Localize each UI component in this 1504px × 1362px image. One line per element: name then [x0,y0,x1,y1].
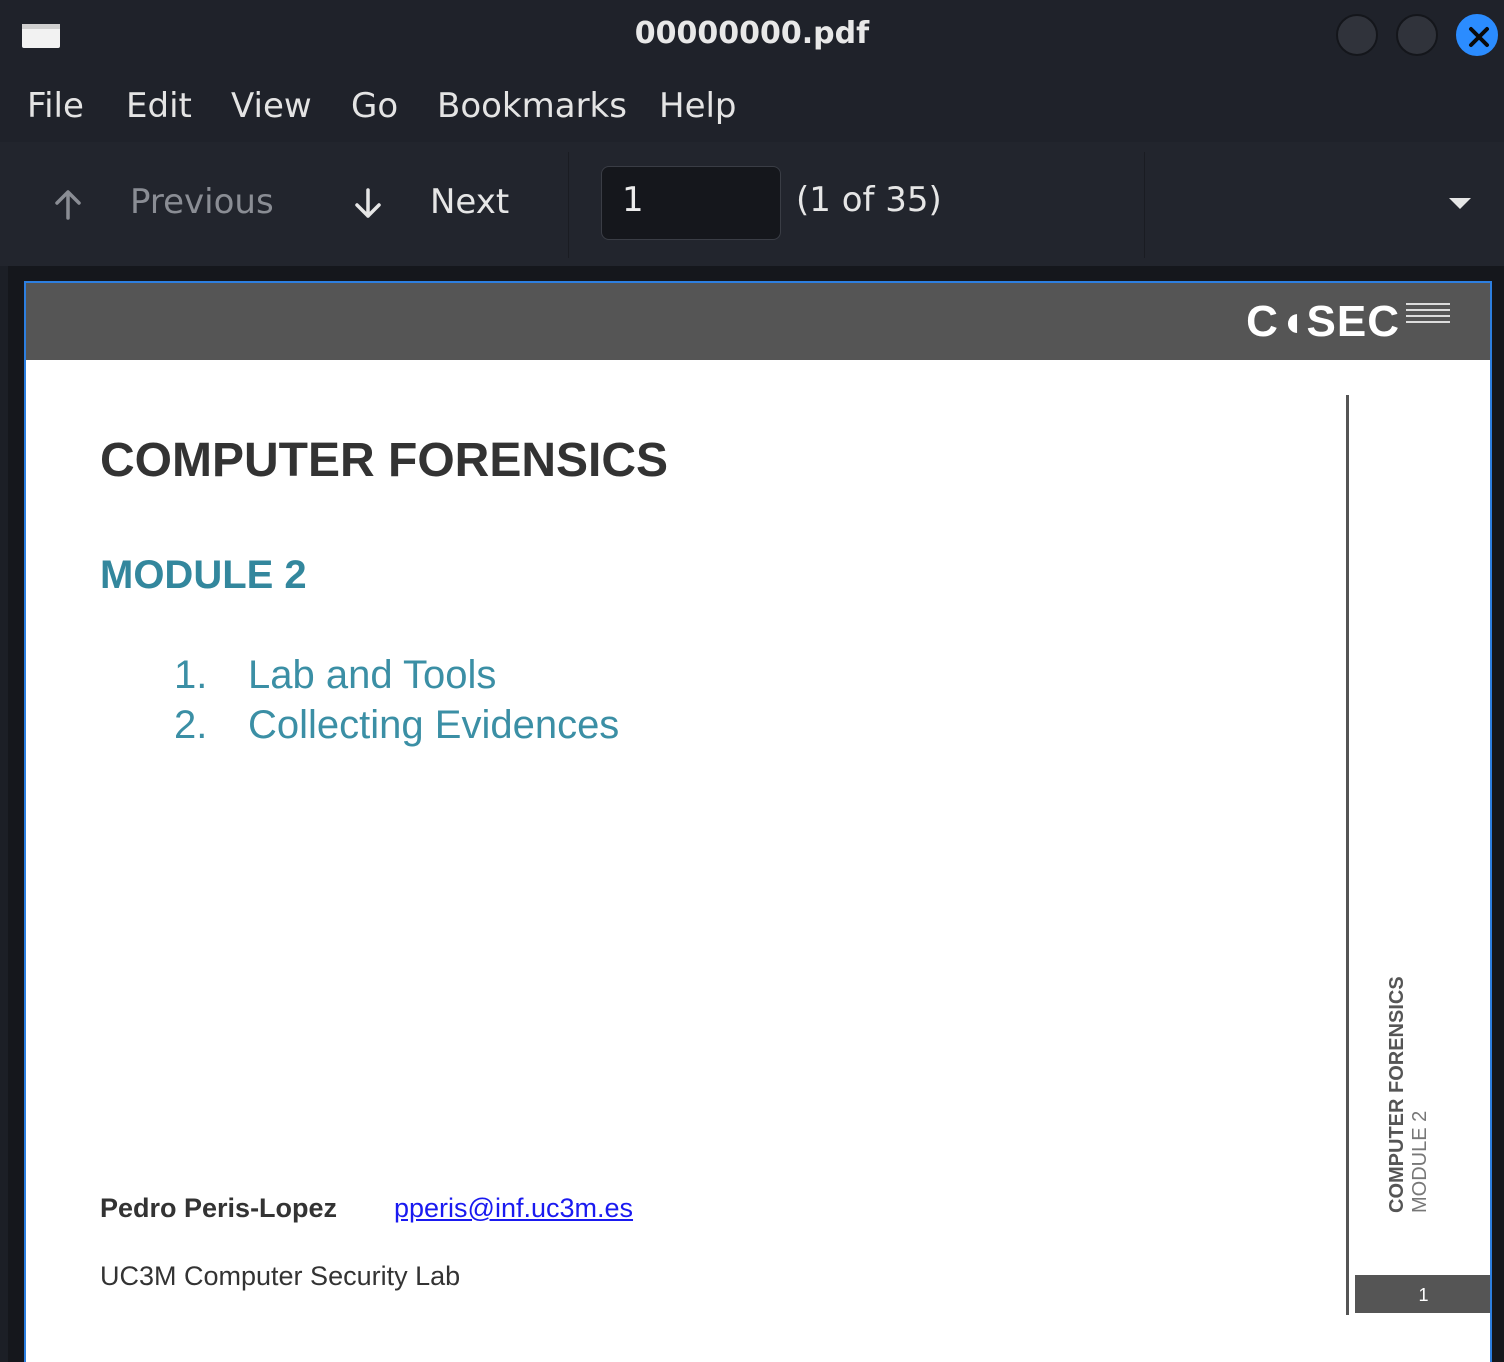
arrow-down-icon [355,188,381,218]
menu-go[interactable]: Go [351,86,398,126]
toolbar-separator [1144,152,1145,258]
previous-button[interactable]: Previous [50,180,290,230]
menu-bar: File Edit View Go Bookmarks Help [0,72,1504,142]
menu-bookmarks[interactable]: Bookmarks [437,86,627,126]
toolbar-separator [568,152,569,258]
window-title: 00000000.pdf [634,16,870,51]
menu-view[interactable]: View [231,86,312,126]
menu-edit[interactable]: Edit [126,86,192,126]
toc-label: Collecting Evidences [248,703,620,747]
menu-file[interactable]: File [27,86,84,126]
module-heading: MODULE 2 [100,553,307,597]
slide-page-number: 1 [1355,1275,1490,1313]
minimize-button[interactable] [1336,14,1378,56]
page-number-input[interactable]: 1 [601,166,781,240]
toc-item: 2. Collecting Evidences [174,703,619,748]
side-divider [1346,395,1349,1315]
pdf-page: C◖SEC COMPUTER FORENSICS MODULE 2 1. Lab … [24,281,1492,1362]
side-subtitle: MODULE 2 [1409,1110,1431,1213]
arrow-up-icon [55,190,81,220]
previous-label: Previous [130,182,274,222]
author-email-link[interactable]: pperis@inf.uc3m.es [394,1193,633,1224]
author-name: Pedro Peris-Lopez [100,1193,338,1223]
cosec-logo: C◖SEC [1246,297,1400,346]
menu-help[interactable]: Help [659,86,737,126]
caret-down-icon[interactable] [1440,188,1480,218]
toc-number: 1. [174,653,208,697]
close-button[interactable] [1456,14,1498,56]
side-title: COMPUTER FORENSICS [1386,976,1408,1213]
side-caption: COMPUTER FORENSICS MODULE 2 [1386,933,1446,1213]
next-label: Next [430,182,510,222]
toc-label: Lab and Tools [248,653,497,697]
toc-number: 2. [174,703,208,747]
cosec-logo-tagline [1406,303,1450,329]
document-title: COMPUTER FORENSICS [100,434,669,487]
title-bar: 00000000.pdf [0,0,1504,72]
lab-name: UC3M Computer Security Lab [100,1261,461,1291]
maximize-button[interactable] [1396,14,1438,56]
next-button[interactable]: Next [350,180,520,230]
page-count: (1 of 35) [796,180,942,220]
slide-header-bar: C◖SEC [26,283,1490,360]
close-icon [1469,27,1489,47]
toc-item: 1. Lab and Tools [174,653,496,698]
